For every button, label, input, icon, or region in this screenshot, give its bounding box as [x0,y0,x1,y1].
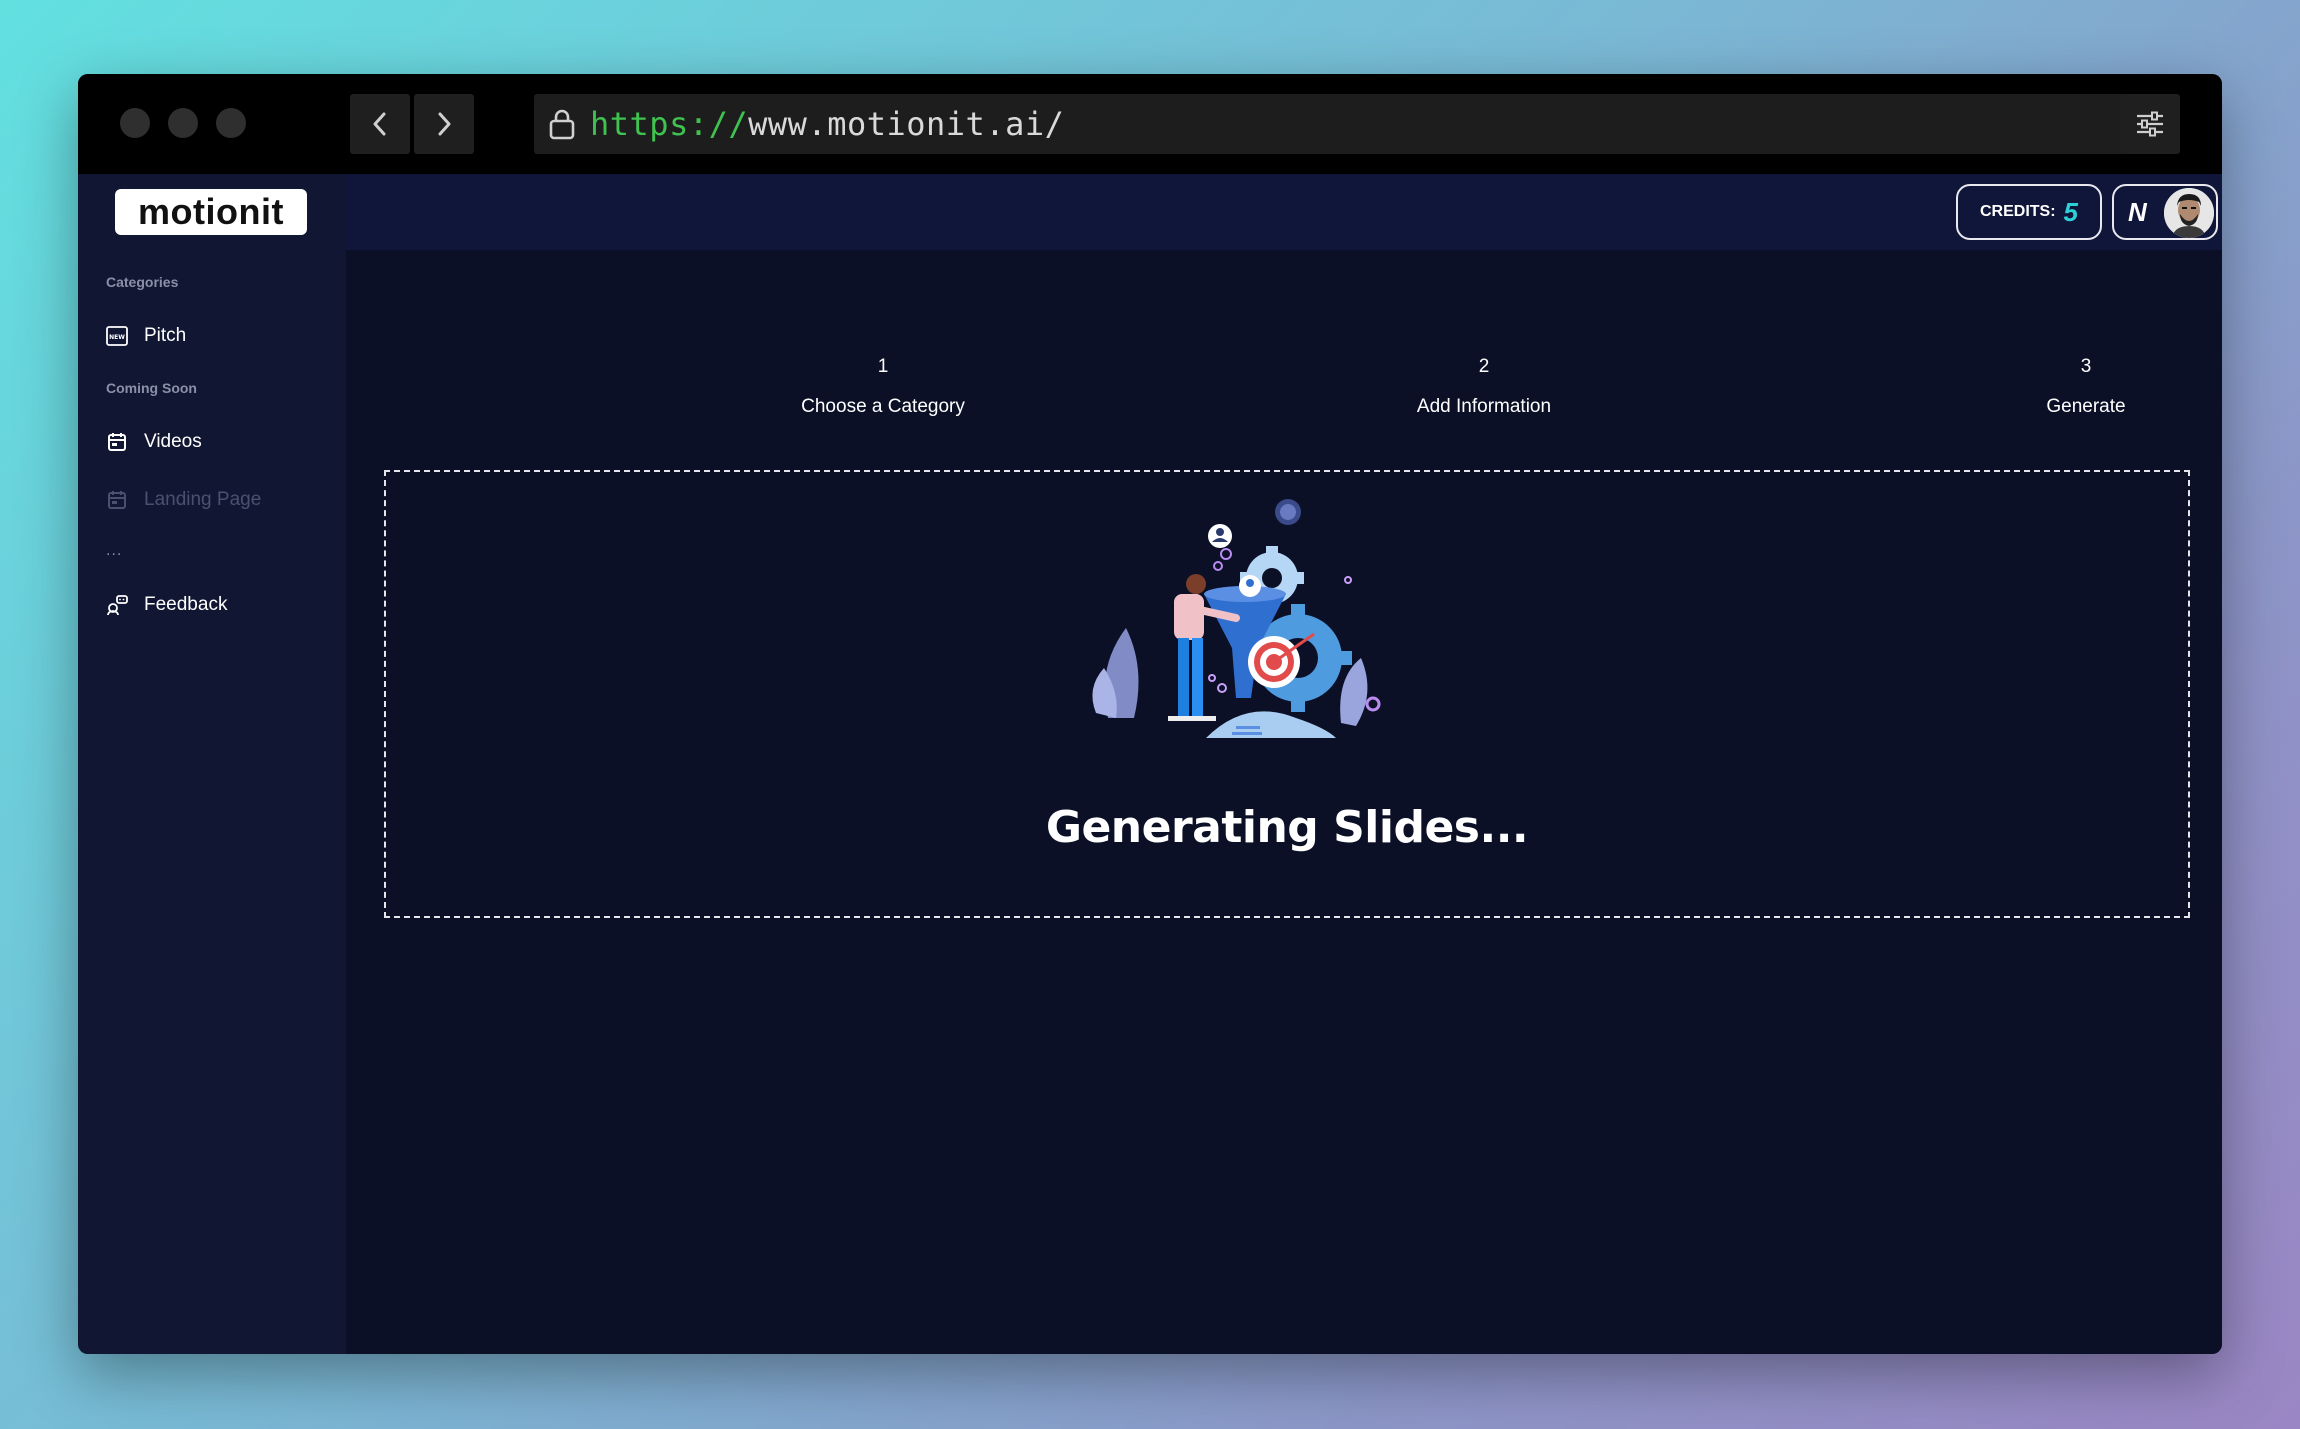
credits-badge[interactable]: CREDITS: 5 [1956,184,2102,240]
url-protocol: https:// [590,105,749,143]
sidebar-item-label: Feedback [144,594,228,615]
sidebar-item-pitch[interactable]: NEW Pitch [106,320,186,352]
generating-status-title: Generating Slides... [1045,802,1529,853]
generating-illustration-icon [1092,499,1381,738]
sidebar-section-coming-soon: Coming Soon [106,380,197,396]
calendar-icon [106,489,128,511]
app-logo[interactable]: motionit [115,189,307,235]
avatar[interactable] [2164,188,2214,238]
step-choose-category[interactable]: 1 Choose a Category [733,356,1033,418]
window-maximize-dot[interactable] [216,108,246,138]
generation-panel: Generating Slides... [384,470,2190,918]
sidebar-item-videos[interactable]: Videos [106,426,202,458]
step-number: 2 [1478,356,1490,377]
browser-window: https://www.motionit.ai/ motionit Catego… [78,74,2222,1354]
forward-button[interactable] [414,94,474,154]
credits-value: 5 [2063,196,2079,227]
user-initial: N [2128,196,2147,227]
sidebar-more: ... [106,542,123,559]
sidebar-item-landing-page: Landing Page [106,484,261,516]
step-label: Choose a Category [801,396,965,417]
url-text: https://www.motionit.ai/ [590,105,1064,143]
main-content: 1 Choose a Category 2 Add Information 3 … [346,250,2222,1354]
window-close-dot[interactable] [120,108,150,138]
app-header [346,174,2222,250]
window-minimize-dot[interactable] [168,108,198,138]
chevron-right-icon [438,112,451,136]
sidebar-item-label: Pitch [144,325,187,346]
browser-settings-button[interactable] [2120,94,2180,154]
sidebar-item-label: Videos [144,431,202,452]
browser-titlebar: https://www.motionit.ai/ [78,74,2222,174]
step-generate[interactable]: 3 Generate [1936,356,2222,418]
feedback-icon [106,594,128,616]
lock-icon [549,109,575,140]
sidebar: motionit Categories NEW Pitch Coming Soo… [78,174,346,1354]
sidebar-section-categories: Categories [106,274,179,290]
step-number: 3 [2080,356,2092,377]
back-button[interactable] [350,94,410,154]
sidebar-item-feedback[interactable]: Feedback [106,589,227,621]
chevron-left-icon [373,112,386,136]
address-bar[interactable]: https://www.motionit.ai/ [534,94,2154,154]
step-add-information[interactable]: 2 Add Information [1334,356,1634,418]
new-badge-icon: NEW [106,325,128,347]
url-host: www.motionit.ai/ [748,105,1065,143]
step-label: Add Information [1416,396,1552,417]
user-menu[interactable]: N [2112,184,2218,240]
sliders-icon [2137,111,2163,137]
calendar-icon [106,431,128,453]
sidebar-item-label: Landing Page [144,489,262,510]
credits-label: CREDITS: [1979,203,2056,220]
svg-text:NEW: NEW [109,334,125,341]
step-number: 1 [877,356,889,377]
step-label: Generate [2046,396,2126,417]
